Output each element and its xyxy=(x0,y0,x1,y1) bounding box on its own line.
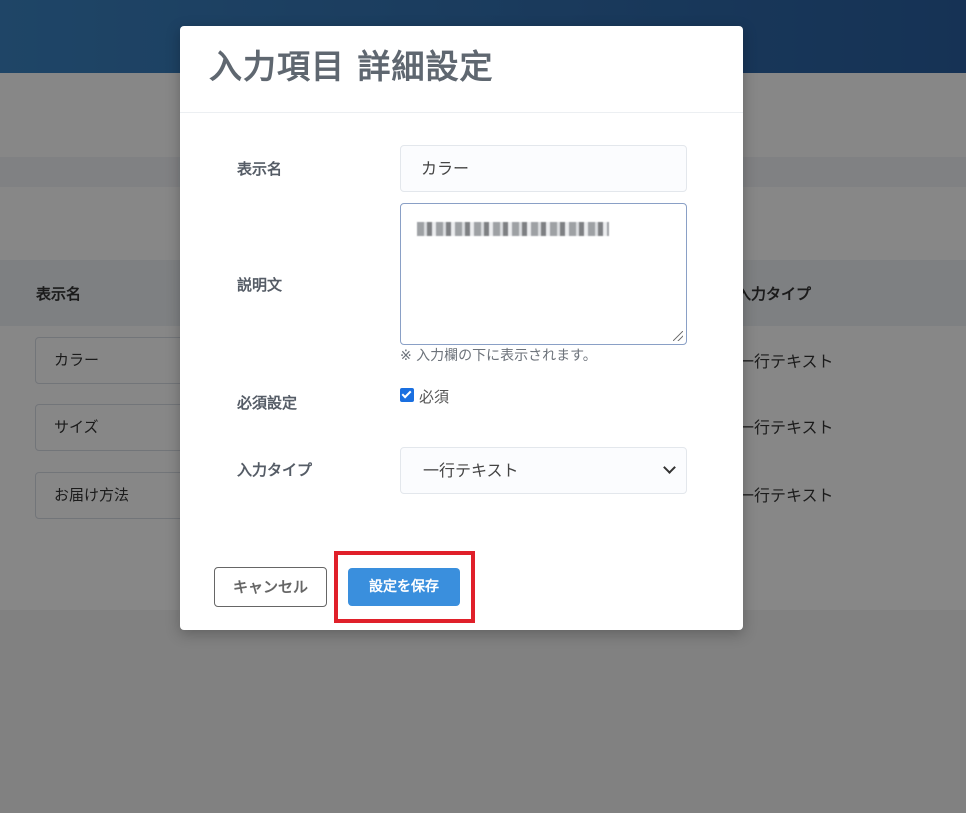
description-label: 説明文 xyxy=(237,276,283,294)
required-checkbox-label[interactable]: 必須 xyxy=(419,386,449,407)
resize-handle-icon[interactable] xyxy=(673,331,683,341)
description-textarea[interactable] xyxy=(400,203,687,345)
modal-header: 入力項目 詳細設定 xyxy=(180,26,743,113)
check-icon xyxy=(401,388,412,399)
chevron-down-icon xyxy=(663,461,676,474)
input-type-selected-value: 一行テキスト xyxy=(423,461,519,480)
modal-title: 入力項目 詳細設定 xyxy=(209,47,494,86)
field-settings-modal: 入力項目 詳細設定 表示名 カラー 説明文 ※ 入力欄の下に表示されます。 必須… xyxy=(180,26,743,630)
annotation-highlight-box xyxy=(334,551,475,623)
redacted-text xyxy=(417,222,609,236)
input-type-select[interactable]: 一行テキスト xyxy=(400,447,687,494)
required-label: 必須設定 xyxy=(237,394,298,412)
description-hint: ※ 入力欄の下に表示されます。 xyxy=(400,348,597,364)
display-name-input[interactable]: カラー xyxy=(400,145,687,192)
input-type-label: 入力タイプ xyxy=(237,461,313,479)
cancel-button[interactable]: キャンセル xyxy=(214,567,327,607)
required-checkbox[interactable] xyxy=(400,388,414,402)
display-name-label: 表示名 xyxy=(237,160,283,178)
